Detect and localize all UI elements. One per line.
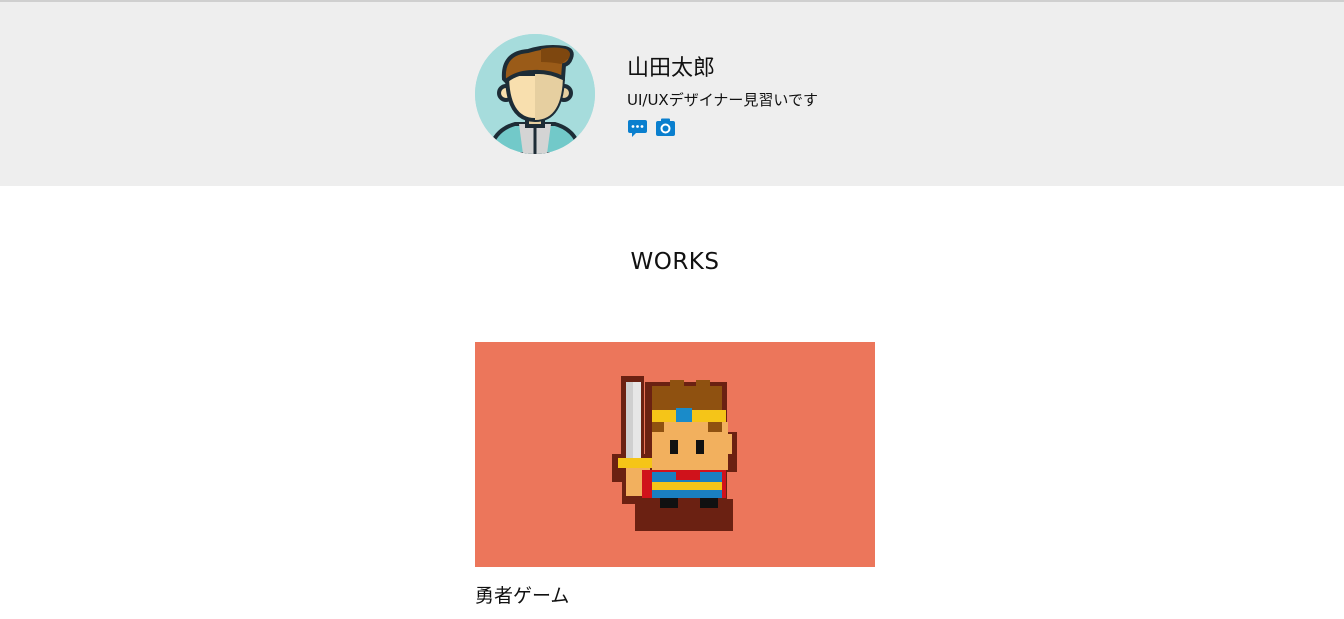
pixel-hero-icon [612, 376, 737, 531]
section-title-works: WORKS [630, 249, 720, 275]
work-title[interactable]: 勇者ゲーム [475, 584, 875, 608]
social-links [627, 117, 676, 139]
camera-icon[interactable] [655, 117, 676, 138]
profile-header: 山田太郎 UI/UXデザイナー見習いです [0, 2, 1344, 186]
person-avatar-icon [475, 34, 595, 154]
avatar [475, 34, 595, 154]
profile-bio: UI/UXデザイナー見習いです [627, 91, 818, 109]
work-card[interactable]: 勇者ゲーム [475, 342, 875, 608]
chat-bubble-icon[interactable] [627, 117, 648, 138]
work-thumbnail[interactable] [475, 342, 875, 567]
profile-name: 山田太郎 [627, 56, 716, 81]
